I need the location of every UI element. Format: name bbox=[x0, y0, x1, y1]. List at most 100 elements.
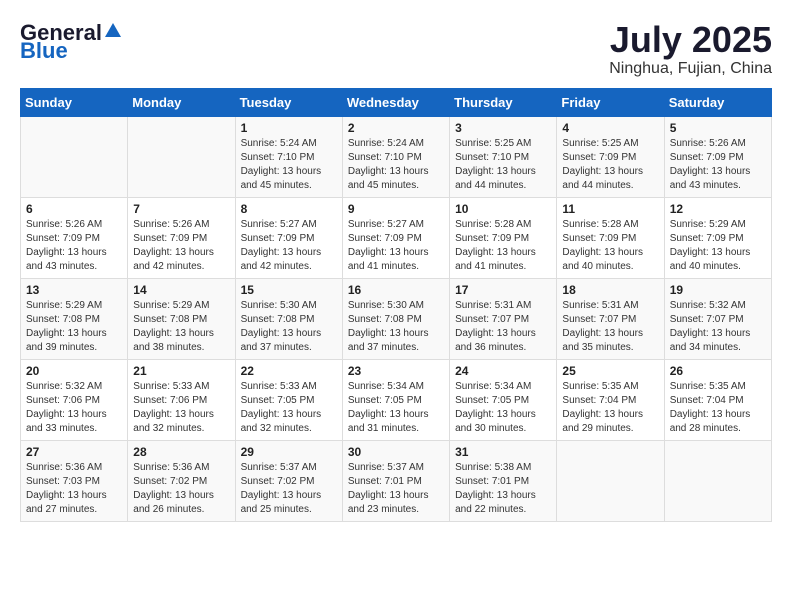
day-number: 17 bbox=[455, 283, 551, 297]
day-info: Sunrise: 5:24 AM Sunset: 7:10 PM Dayligh… bbox=[348, 137, 444, 193]
weekday-header-row: SundayMondayTuesdayWednesdayThursdayFrid… bbox=[21, 88, 772, 116]
calendar-week-row: 13 Sunrise: 5:29 AM Sunset: 7:08 PM Dayli… bbox=[21, 278, 772, 359]
day-info: Sunrise: 5:31 AM Sunset: 7:07 PM Dayligh… bbox=[455, 299, 551, 355]
calendar-day-cell: 14 Sunrise: 5:29 AM Sunset: 7:08 PM Dayli… bbox=[128, 278, 235, 359]
day-number: 9 bbox=[348, 202, 444, 216]
day-info: Sunrise: 5:26 AM Sunset: 7:09 PM Dayligh… bbox=[26, 218, 122, 274]
day-number: 5 bbox=[670, 121, 766, 135]
calendar-day-cell: 16 Sunrise: 5:30 AM Sunset: 7:08 PM Dayli… bbox=[342, 278, 449, 359]
logo-icon bbox=[103, 21, 123, 41]
day-number: 11 bbox=[562, 202, 658, 216]
day-number: 20 bbox=[26, 364, 122, 378]
calendar-day-cell: 22 Sunrise: 5:33 AM Sunset: 7:05 PM Dayli… bbox=[235, 359, 342, 440]
calendar-day-cell: 17 Sunrise: 5:31 AM Sunset: 7:07 PM Dayli… bbox=[450, 278, 557, 359]
day-number: 23 bbox=[348, 364, 444, 378]
day-number: 2 bbox=[348, 121, 444, 135]
day-info: Sunrise: 5:29 AM Sunset: 7:08 PM Dayligh… bbox=[133, 299, 229, 355]
calendar-week-row: 6 Sunrise: 5:26 AM Sunset: 7:09 PM Daylig… bbox=[21, 197, 772, 278]
calendar-day-cell: 18 Sunrise: 5:31 AM Sunset: 7:07 PM Dayli… bbox=[557, 278, 664, 359]
day-number: 10 bbox=[455, 202, 551, 216]
day-number: 13 bbox=[26, 283, 122, 297]
calendar-day-cell: 6 Sunrise: 5:26 AM Sunset: 7:09 PM Daylig… bbox=[21, 197, 128, 278]
weekday-header-thursday: Thursday bbox=[450, 88, 557, 116]
day-number: 30 bbox=[348, 445, 444, 459]
calendar-day-cell: 1 Sunrise: 5:24 AM Sunset: 7:10 PM Daylig… bbox=[235, 116, 342, 197]
calendar-week-row: 27 Sunrise: 5:36 AM Sunset: 7:03 PM Dayli… bbox=[21, 440, 772, 521]
month-year-title: July 2025 bbox=[609, 20, 772, 60]
day-number: 14 bbox=[133, 283, 229, 297]
day-number: 1 bbox=[241, 121, 337, 135]
calendar-day-cell: 8Sunrise: 5:27 AM Sunset: 7:09 PM Daylig… bbox=[235, 197, 342, 278]
day-info: Sunrise: 5:29 AM Sunset: 7:08 PM Dayligh… bbox=[26, 299, 122, 355]
day-info: Sunrise: 5:30 AM Sunset: 7:08 PM Dayligh… bbox=[348, 299, 444, 355]
calendar-day-cell bbox=[557, 440, 664, 521]
day-info: Sunrise: 5:33 AM Sunset: 7:06 PM Dayligh… bbox=[133, 380, 229, 436]
calendar-day-cell: 31 Sunrise: 5:38 AM Sunset: 7:01 PM Dayli… bbox=[450, 440, 557, 521]
day-number: 7 bbox=[133, 202, 229, 216]
day-info: Sunrise: 5:27 AM Sunset: 7:09 PM Dayligh… bbox=[348, 218, 444, 274]
day-info: Sunrise: 5:31 AM Sunset: 7:07 PM Dayligh… bbox=[562, 299, 658, 355]
day-info: Sunrise: 5:35 AM Sunset: 7:04 PM Dayligh… bbox=[562, 380, 658, 436]
day-info: Sunrise: 5:38 AM Sunset: 7:01 PM Dayligh… bbox=[455, 461, 551, 517]
calendar-day-cell: 11 Sunrise: 5:28 AM Sunset: 7:09 PM Dayli… bbox=[557, 197, 664, 278]
day-info: Sunrise: 5:26 AM Sunset: 7:09 PM Dayligh… bbox=[133, 218, 229, 274]
calendar-day-cell: 24 Sunrise: 5:34 AM Sunset: 7:05 PM Dayli… bbox=[450, 359, 557, 440]
day-info: Sunrise: 5:29 AM Sunset: 7:09 PM Dayligh… bbox=[670, 218, 766, 274]
day-number: 19 bbox=[670, 283, 766, 297]
calendar-day-cell: 28 Sunrise: 5:36 AM Sunset: 7:02 PM Dayli… bbox=[128, 440, 235, 521]
weekday-header-sunday: Sunday bbox=[21, 88, 128, 116]
day-info: Sunrise: 5:26 AM Sunset: 7:09 PM Dayligh… bbox=[670, 137, 766, 193]
calendar-day-cell: 7 Sunrise: 5:26 AM Sunset: 7:09 PM Daylig… bbox=[128, 197, 235, 278]
day-number: 27 bbox=[26, 445, 122, 459]
day-info: Sunrise: 5:37 AM Sunset: 7:01 PM Dayligh… bbox=[348, 461, 444, 517]
day-info: Sunrise: 5:37 AM Sunset: 7:02 PM Dayligh… bbox=[241, 461, 337, 517]
day-number: 28 bbox=[133, 445, 229, 459]
calendar-day-cell: 10 Sunrise: 5:28 AM Sunset: 7:09 PM Dayli… bbox=[450, 197, 557, 278]
day-number: 18 bbox=[562, 283, 658, 297]
page-header: General Blue July 2025 Ninghua, Fujian, … bbox=[20, 20, 772, 78]
day-info: Sunrise: 5:32 AM Sunset: 7:07 PM Dayligh… bbox=[670, 299, 766, 355]
location-subtitle: Ninghua, Fujian, China bbox=[609, 60, 772, 78]
day-info: Sunrise: 5:33 AM Sunset: 7:05 PM Dayligh… bbox=[241, 380, 337, 436]
day-info: Sunrise: 5:30 AM Sunset: 7:08 PM Dayligh… bbox=[241, 299, 337, 355]
day-number: 6 bbox=[26, 202, 122, 216]
day-info: Sunrise: 5:36 AM Sunset: 7:03 PM Dayligh… bbox=[26, 461, 122, 517]
logo: General Blue bbox=[20, 20, 123, 64]
weekday-header-monday: Monday bbox=[128, 88, 235, 116]
calendar-day-cell: 30 Sunrise: 5:37 AM Sunset: 7:01 PM Dayli… bbox=[342, 440, 449, 521]
calendar-day-cell: 25 Sunrise: 5:35 AM Sunset: 7:04 PM Dayli… bbox=[557, 359, 664, 440]
logo-blue-text: Blue bbox=[20, 38, 68, 64]
day-info: Sunrise: 5:35 AM Sunset: 7:04 PM Dayligh… bbox=[670, 380, 766, 436]
calendar-day-cell: 2 Sunrise: 5:24 AM Sunset: 7:10 PM Daylig… bbox=[342, 116, 449, 197]
day-number: 25 bbox=[562, 364, 658, 378]
calendar-day-cell: 13 Sunrise: 5:29 AM Sunset: 7:08 PM Dayli… bbox=[21, 278, 128, 359]
day-number: 21 bbox=[133, 364, 229, 378]
day-info: Sunrise: 5:24 AM Sunset: 7:10 PM Dayligh… bbox=[241, 137, 337, 193]
calendar-table: SundayMondayTuesdayWednesdayThursdayFrid… bbox=[20, 88, 772, 522]
calendar-week-row: 1 Sunrise: 5:24 AM Sunset: 7:10 PM Daylig… bbox=[21, 116, 772, 197]
day-number: 3 bbox=[455, 121, 551, 135]
day-info: Sunrise: 5:28 AM Sunset: 7:09 PM Dayligh… bbox=[562, 218, 658, 274]
day-number: 22 bbox=[241, 364, 337, 378]
day-info: Sunrise: 5:34 AM Sunset: 7:05 PM Dayligh… bbox=[455, 380, 551, 436]
day-number: 16 bbox=[348, 283, 444, 297]
day-number: 31 bbox=[455, 445, 551, 459]
weekday-header-friday: Friday bbox=[557, 88, 664, 116]
calendar-day-cell: 15 Sunrise: 5:30 AM Sunset: 7:08 PM Dayli… bbox=[235, 278, 342, 359]
day-info: Sunrise: 5:28 AM Sunset: 7:09 PM Dayligh… bbox=[455, 218, 551, 274]
calendar-day-cell: 23Sunrise: 5:34 AM Sunset: 7:05 PM Dayli… bbox=[342, 359, 449, 440]
calendar-day-cell: 19 Sunrise: 5:32 AM Sunset: 7:07 PM Dayli… bbox=[664, 278, 771, 359]
calendar-day-cell: 4Sunrise: 5:25 AM Sunset: 7:09 PM Daylig… bbox=[557, 116, 664, 197]
day-info: Sunrise: 5:36 AM Sunset: 7:02 PM Dayligh… bbox=[133, 461, 229, 517]
calendar-day-cell bbox=[128, 116, 235, 197]
calendar-day-cell: 21 Sunrise: 5:33 AM Sunset: 7:06 PM Dayli… bbox=[128, 359, 235, 440]
weekday-header-saturday: Saturday bbox=[664, 88, 771, 116]
day-number: 24 bbox=[455, 364, 551, 378]
calendar-day-cell: 20Sunrise: 5:32 AM Sunset: 7:06 PM Dayli… bbox=[21, 359, 128, 440]
calendar-day-cell: 3Sunrise: 5:25 AM Sunset: 7:10 PM Daylig… bbox=[450, 116, 557, 197]
day-number: 15 bbox=[241, 283, 337, 297]
calendar-day-cell: 27 Sunrise: 5:36 AM Sunset: 7:03 PM Dayli… bbox=[21, 440, 128, 521]
calendar-day-cell: 5 Sunrise: 5:26 AM Sunset: 7:09 PM Daylig… bbox=[664, 116, 771, 197]
calendar-day-cell bbox=[664, 440, 771, 521]
weekday-header-tuesday: Tuesday bbox=[235, 88, 342, 116]
